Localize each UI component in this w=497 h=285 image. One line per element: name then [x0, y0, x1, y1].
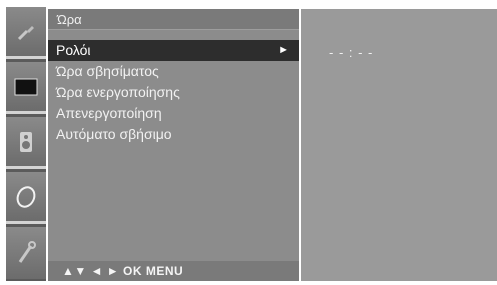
menu-item-sleep-timer[interactable]: Απενεργοποίηση	[48, 103, 299, 124]
menu-item-label: Ρολόι	[56, 42, 91, 58]
nav-hint: ▲▼ ◄ ► OK MENU	[48, 261, 299, 281]
picture-icon[interactable]	[6, 62, 46, 114]
submenu-arrow-icon: ►	[278, 44, 289, 56]
menu-item-off-time[interactable]: Ώρα σβησίματος	[48, 61, 299, 82]
menu-panel: Ώρα Ρολόι ► Ώρα σβησίματος Ώρα ενεργοποί…	[48, 9, 299, 281]
menu-item-label: Απενεργοποίηση	[56, 105, 162, 121]
time-icon[interactable]	[6, 172, 46, 224]
menu-item-label: Ώρα ενεργοποίησης	[56, 84, 180, 100]
menu-item-label: Ώρα σβησίματος	[56, 63, 159, 79]
clock-value: - - : - -	[329, 45, 374, 60]
menu-item-label: Αυτόματο σβήσιμο	[56, 126, 172, 142]
menu-list: Ρολόι ► Ώρα σβησίματος Ώρα ενεργοποίησης…	[48, 40, 299, 145]
menu-title: Ώρα	[48, 9, 299, 30]
menu-item-clock[interactable]: Ρολόι ►	[48, 40, 299, 61]
value-panel: - - : - -	[301, 9, 497, 281]
menu-item-auto-off[interactable]: Αυτόματο σβήσιμο	[48, 124, 299, 145]
audio-icon[interactable]	[6, 117, 46, 169]
options-icon[interactable]	[6, 227, 46, 279]
side-menu	[6, 7, 46, 281]
menu-item-on-time[interactable]: Ώρα ενεργοποίησης	[48, 82, 299, 103]
tools-icon[interactable]	[6, 7, 46, 59]
